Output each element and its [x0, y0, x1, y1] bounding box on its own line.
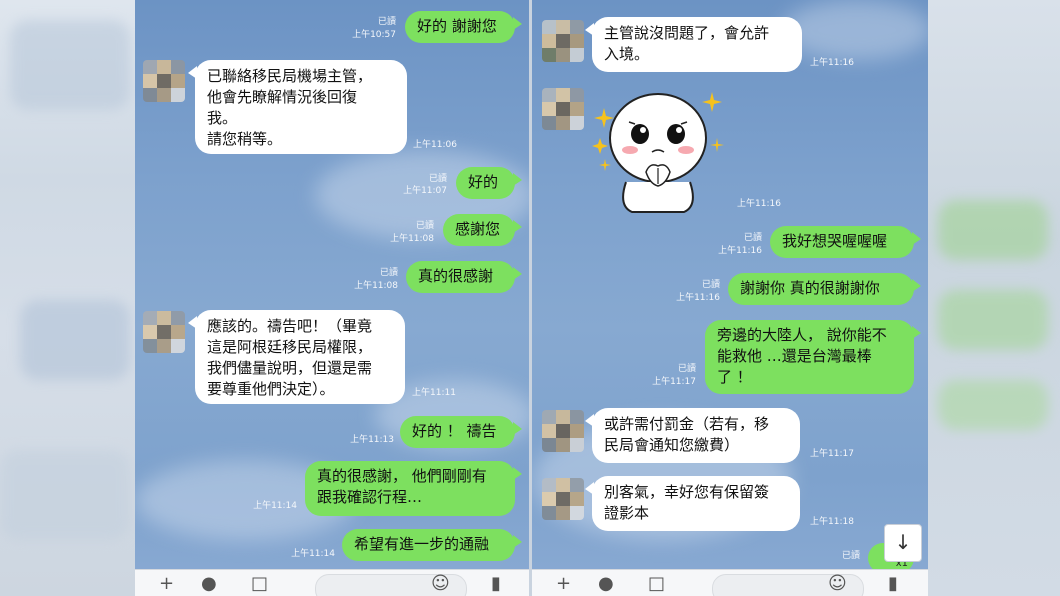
blurred-background-right: [928, 0, 1060, 596]
chat-panel-right[interactable]: 主管說沒問題了，會允許 入境。 上午11:16 上午11:16 已讀 上午11:…: [532, 0, 928, 596]
mic-icon[interactable]: ▮: [888, 572, 898, 596]
message-bubble-incoming[interactable]: 應該的。禱告吧！（畢竟 這是阿根廷移民局權限， 我們儘量說明，但還是需 要尊重他…: [188, 310, 405, 404]
plus-icon[interactable]: +: [556, 572, 571, 596]
blurred-background-left: [0, 0, 135, 596]
read-receipt: 已讀: [377, 17, 396, 27]
image-icon[interactable]: □: [648, 572, 665, 596]
message-input-bar: + ● □ ☺ ▮: [532, 569, 928, 596]
timestamp: 上午11:16: [718, 246, 762, 256]
message-bubble-incoming[interactable]: 主管說沒問題了，會允許 入境。: [585, 17, 802, 72]
timestamp: 上午11:14: [291, 549, 335, 559]
timestamp: 上午11:06: [413, 140, 457, 150]
message-bubble-outgoing[interactable]: 我好想哭喔喔喔: [770, 226, 921, 258]
plus-icon[interactable]: +: [159, 572, 174, 596]
message-input-bar: + ● □ ☺ ▮: [135, 569, 529, 596]
read-receipt: 已讀: [379, 268, 398, 278]
message-bubble-outgoing[interactable]: 好的 謝謝您: [405, 11, 522, 43]
chevron-down-icon: ↓: [894, 530, 912, 554]
read-receipt: 已讀: [428, 174, 447, 184]
timestamp: 上午11:16: [737, 199, 781, 209]
avatar[interactable]: [542, 478, 584, 520]
timestamp: 上午11:17: [810, 449, 854, 459]
message-bubble-outgoing[interactable]: 旁邊的大陸人， 說你能不 能救他 …還是台灣最棒 了 ！: [705, 320, 921, 394]
timestamp: 上午11:08: [354, 281, 398, 291]
message-bubble-incoming[interactable]: 別客氣，幸好您有保留簽 證影本: [585, 476, 800, 531]
message-bubble-outgoing[interactable]: 真的很感謝: [406, 261, 522, 293]
message-bubble-outgoing[interactable]: 好的 ！ 禱告: [400, 416, 522, 448]
avatar[interactable]: [542, 88, 584, 130]
image-icon[interactable]: □: [251, 572, 268, 596]
mic-icon[interactable]: ▮: [491, 572, 501, 596]
message-bubble-incoming[interactable]: 已聯絡移民局機場主管， 他會先瞭解情況後回復 我。 請您稍等。: [188, 60, 407, 154]
avatar[interactable]: [542, 410, 584, 452]
timestamp: 上午11:11: [412, 388, 456, 398]
message-bubble-outgoing[interactable]: 真的很感謝， 他們剛剛有 跟我確認行程…: [305, 461, 522, 516]
read-receipt: 已讀: [743, 233, 762, 243]
timestamp: 上午11:16: [810, 58, 854, 68]
message-bubble-outgoing[interactable]: 感謝您: [443, 214, 522, 246]
avatar[interactable]: [542, 20, 584, 62]
timestamp: 上午11:08: [390, 234, 434, 244]
camera-icon[interactable]: ●: [598, 572, 614, 596]
chat-panel-left[interactable]: 已讀 上午10:57 好的 謝謝您 已聯絡移民局機場主管， 他會先瞭解情況後回復…: [135, 0, 529, 596]
timestamp: 上午11:16: [676, 293, 720, 303]
timestamp: 上午11:07: [403, 186, 447, 196]
scroll-to-bottom-button[interactable]: ↓: [884, 524, 922, 562]
camera-icon[interactable]: ●: [201, 572, 217, 596]
timestamp: 上午10:57: [352, 30, 396, 40]
avatar[interactable]: [143, 60, 185, 102]
message-bubble-outgoing[interactable]: 希望有進一步的通融: [342, 529, 522, 561]
emoji-icon[interactable]: ☺: [431, 572, 450, 596]
message-bubble-outgoing[interactable]: 好的: [456, 167, 522, 199]
timestamp: 上午11:13: [350, 435, 394, 445]
emoji-icon[interactable]: ☺: [828, 572, 847, 596]
read-receipt: 已讀: [701, 280, 720, 290]
read-receipt: 已讀: [677, 364, 696, 374]
read-receipt: 已讀: [841, 551, 860, 561]
pleading-face-sticker[interactable]: [588, 86, 728, 216]
timestamp: 上午11:18: [810, 517, 854, 527]
message-bubble-incoming[interactable]: 或許需付罰金（若有，移 民局會通知您繳費）: [585, 408, 800, 463]
message-bubble-outgoing[interactable]: 謝謝你 真的很謝謝你: [728, 273, 921, 305]
timestamp: 上午11:14: [253, 501, 297, 511]
timestamp: 上午11:17: [652, 377, 696, 387]
avatar[interactable]: [143, 311, 185, 353]
read-receipt: 已讀: [415, 221, 434, 231]
